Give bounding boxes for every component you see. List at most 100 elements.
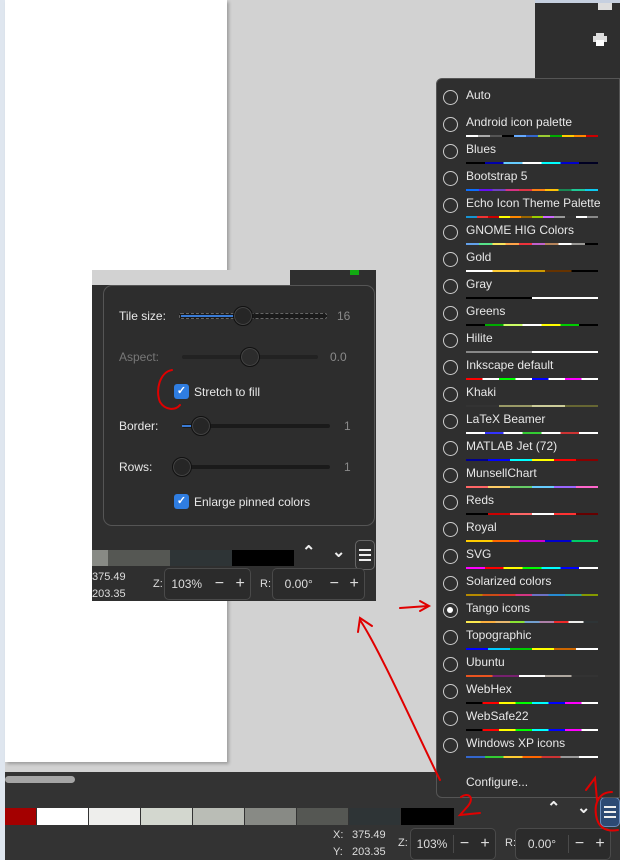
zoom-out-button[interactable]: − <box>453 835 475 853</box>
palette-menu-item[interactable]: Greens <box>437 300 620 327</box>
palette-menu-item[interactable]: SVG <box>437 543 620 570</box>
palette-menu-item[interactable]: Blues <box>437 138 620 165</box>
radio-button[interactable] <box>443 306 458 321</box>
zoom-in-button[interactable]: + <box>475 835 495 853</box>
palette-name: Android icon palette <box>466 115 573 129</box>
radio-button[interactable] <box>443 414 458 429</box>
zoom-control: 103% − + <box>410 828 496 860</box>
radio-button[interactable] <box>443 576 458 591</box>
aspect-handle[interactable] <box>240 347 260 367</box>
palette-preview-strip <box>466 297 598 299</box>
radio-button[interactable] <box>443 603 458 618</box>
stretch-to-fill-checkbox[interactable]: ✓ <box>174 384 189 399</box>
palette-menu-item[interactable]: Royal <box>437 516 620 543</box>
palette-menu-item[interactable]: Solarized colors <box>437 570 620 597</box>
palette-name: Khaki <box>466 385 497 399</box>
enlarge-pinned-colors-checkbox[interactable]: ✓ <box>174 494 189 509</box>
color-swatch[interactable] <box>37 808 88 825</box>
rows-handle[interactable] <box>172 457 192 477</box>
radio-button[interactable] <box>443 549 458 564</box>
rotation-field[interactable]: 0.00° <box>516 837 568 851</box>
rows-slider[interactable] <box>174 465 330 469</box>
palette-menu-item[interactable]: Khaki <box>437 381 620 408</box>
tile-size-label: Tile size: <box>119 309 166 323</box>
scroll-down-icon[interactable]: ⌃ <box>577 796 590 816</box>
palette-menu-item[interactable]: Auto <box>437 84 620 111</box>
color-swatch[interactable] <box>5 808 36 825</box>
palette-settings-popup: Tile size: 16 Aspect: 0.0 ✓ Stretch to f… <box>103 285 375 526</box>
color-swatch[interactable] <box>297 808 348 825</box>
radio-button[interactable] <box>443 387 458 402</box>
radio-button[interactable] <box>443 279 458 294</box>
radio-button[interactable] <box>443 360 458 375</box>
tile-size-handle[interactable] <box>232 306 253 326</box>
palette-preview-strip <box>466 648 598 650</box>
palette-preview-strip <box>466 432 598 434</box>
color-swatch[interactable] <box>401 808 454 825</box>
configure-menu-item[interactable]: Configure... <box>466 775 528 789</box>
border-handle[interactable] <box>191 416 212 436</box>
radio-button[interactable] <box>443 225 458 240</box>
color-swatch[interactable] <box>89 808 140 825</box>
palette-menu-item[interactable]: Gray <box>437 273 620 300</box>
inset-x-coordinate: 375.49 <box>92 571 126 583</box>
radio-button[interactable] <box>443 684 458 699</box>
inset-zoom-in: + <box>235 575 245 592</box>
radio-button[interactable] <box>443 144 458 159</box>
print-icon[interactable] <box>593 33 607 46</box>
radio-button[interactable] <box>443 495 458 510</box>
radio-button[interactable] <box>443 198 458 213</box>
inset-rotation-field: 0.00° <box>284 577 313 591</box>
palette-menu-item[interactable]: Windows XP icons <box>437 732 620 759</box>
radio-button[interactable] <box>443 630 458 645</box>
radio-button[interactable] <box>443 252 458 267</box>
radio-button[interactable] <box>443 441 458 456</box>
radio-button[interactable] <box>443 711 458 726</box>
radio-button[interactable] <box>443 468 458 483</box>
palette-menu-item[interactable]: WebSafe22 <box>437 705 620 732</box>
arrow-to-inset-menu <box>357 616 441 781</box>
inset-rotate-ccw: − <box>329 575 339 592</box>
palette-menu-item[interactable]: MATLAB Jet (72) <box>437 435 620 462</box>
stretch-to-fill-label: Stretch to fill <box>194 385 261 399</box>
palette-preview-strip <box>466 513 598 515</box>
aspect-value: 0.0 <box>330 350 347 364</box>
palette-menu-item[interactable]: Inkscape default <box>437 354 620 381</box>
palette-menu-item[interactable]: GNOME HIG Colors <box>437 219 620 246</box>
palette-menu-item[interactable]: Echo Icon Theme Palette <box>437 192 620 219</box>
palette-menu-item[interactable]: Ubuntu <box>437 651 620 678</box>
palette-menu-item[interactable]: WebHex <box>437 678 620 705</box>
palette-menu-item[interactable]: Bootstrap 5 <box>437 165 620 192</box>
radio-button[interactable] <box>443 522 458 537</box>
palette-menu-item[interactable]: Tango icons <box>437 597 620 624</box>
color-swatch[interactable] <box>349 808 400 825</box>
palette-name: Gray <box>466 277 493 291</box>
horizontal-scrollbar[interactable] <box>5 776 75 783</box>
radio-button[interactable] <box>443 117 458 132</box>
aspect-label: Aspect: <box>119 350 160 364</box>
palette-menu-item[interactable]: MunsellChart <box>437 462 620 489</box>
radio-button[interactable] <box>443 657 458 672</box>
color-swatch[interactable] <box>193 808 244 825</box>
palette-menu-item[interactable]: Hilite <box>437 327 620 354</box>
radio-button[interactable] <box>443 738 458 753</box>
rotate-ccw-button[interactable]: − <box>568 835 590 853</box>
document-icon[interactable] <box>598 3 612 10</box>
color-swatch[interactable] <box>141 808 192 825</box>
palette-menu-button[interactable] <box>600 797 620 827</box>
radio-button[interactable] <box>443 171 458 186</box>
rotate-cw-button[interactable]: + <box>590 835 610 853</box>
tile-size-slider[interactable] <box>179 313 327 319</box>
palette-menu-item[interactable]: Android icon palette <box>437 111 620 138</box>
scroll-up-icon[interactable]: ⌃ <box>547 798 560 818</box>
radio-button[interactable] <box>443 90 458 105</box>
palette-preview-strip <box>466 729 598 731</box>
palette-menu-item[interactable]: Gold <box>437 246 620 273</box>
palette-menu-item[interactable]: LaTeX Beamer <box>437 408 620 435</box>
palette-menu-item[interactable]: Topographic <box>437 624 620 651</box>
palette-menu-item[interactable]: Reds <box>437 489 620 516</box>
zoom-field[interactable]: 103% <box>411 837 453 851</box>
palette-preview-strip <box>466 675 598 677</box>
color-swatch[interactable] <box>245 808 296 825</box>
radio-button[interactable] <box>443 333 458 348</box>
